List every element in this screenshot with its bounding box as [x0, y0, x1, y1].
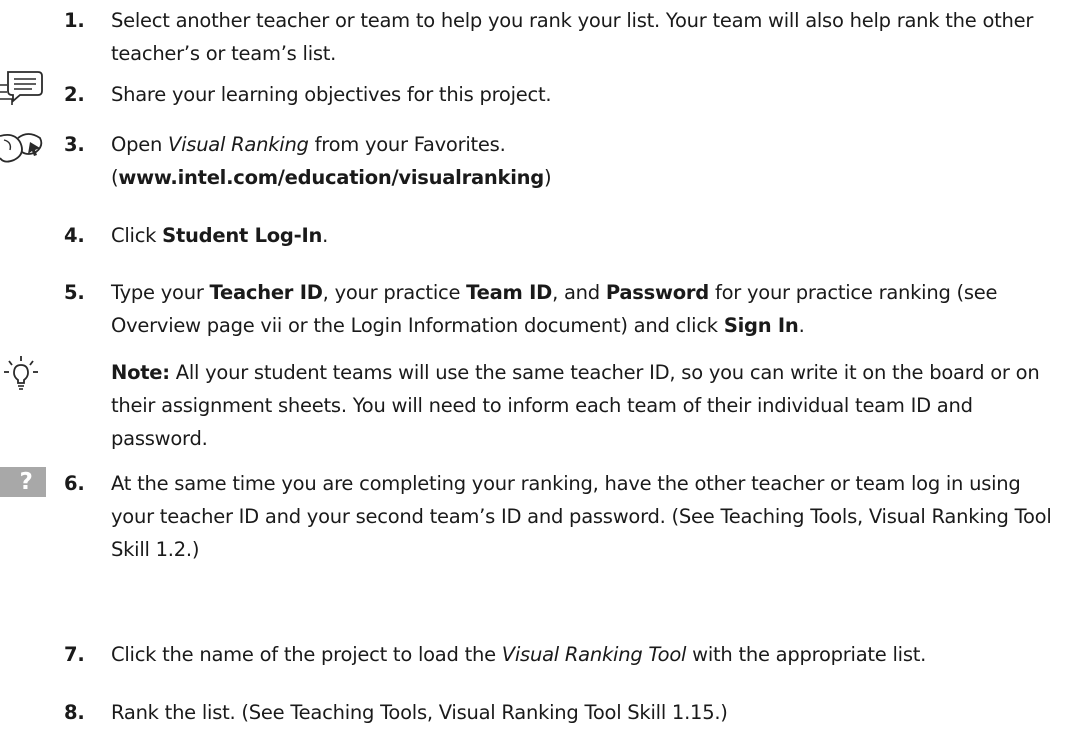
step-number: 6.: [64, 472, 85, 495]
question-mark-icon: ?: [0, 467, 46, 497]
step-text: Click the name of the project to load th…: [111, 643, 927, 666]
url-text: www.intel.com/education/visualranking: [118, 166, 544, 189]
step-number: 8.: [64, 701, 85, 724]
step-number: 2.: [64, 83, 85, 106]
step-text: Rank the list. (See Teaching Tools, Visu…: [111, 701, 728, 724]
note-text: Note: All your student teams will use th…: [111, 361, 1040, 450]
step-number: 4.: [64, 224, 85, 247]
step-number: 1.: [64, 9, 85, 32]
step-text: Type your Teacher ID, your practice Team…: [111, 281, 998, 337]
step-number: 3.: [64, 133, 85, 156]
step-text: Click Student Log-In.: [111, 224, 329, 247]
lightbulb-icon: [4, 356, 38, 392]
chat-bubbles-icon: [0, 69, 44, 107]
step-text: Share your learning objectives for this …: [111, 83, 552, 106]
globe-cursor-icon: [0, 128, 44, 168]
note-label: Note:: [111, 361, 170, 384]
step-text: At the same time you are completing your…: [111, 472, 1052, 561]
step-number: 7.: [64, 643, 85, 666]
step-text: Select another teacher or team to help y…: [111, 9, 1034, 65]
step-number: 5.: [64, 281, 85, 304]
step-text: Open Visual Ranking from your Favorites.…: [111, 133, 552, 189]
